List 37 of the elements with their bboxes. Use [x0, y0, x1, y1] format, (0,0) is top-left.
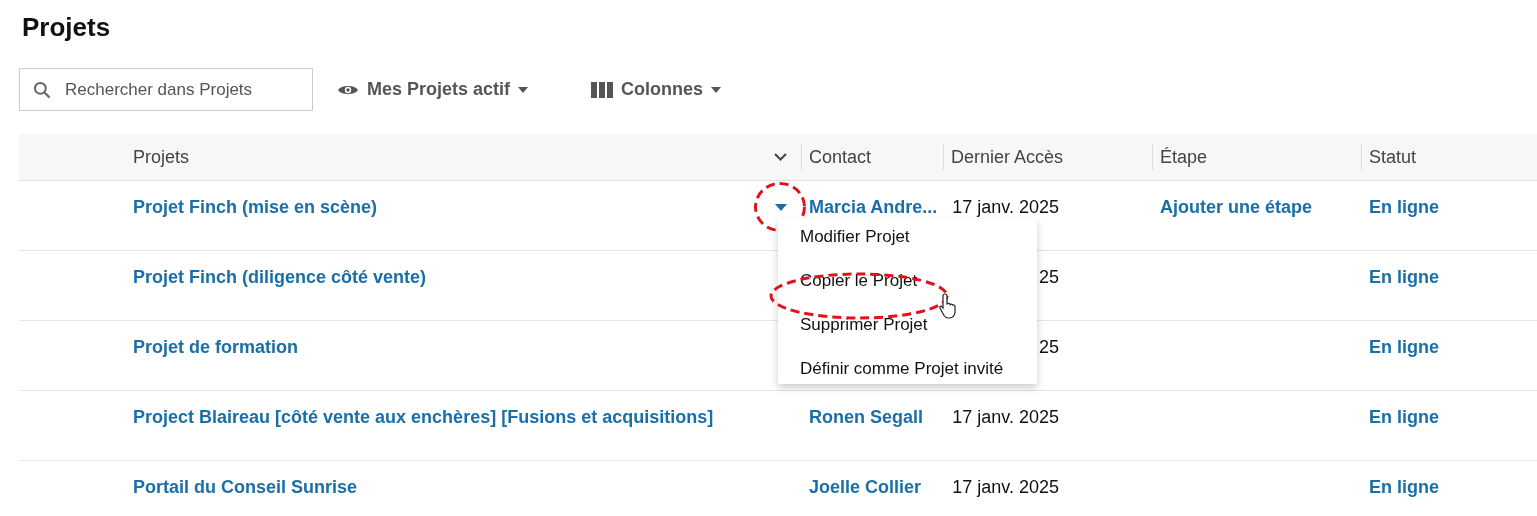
last-access-date: 25 — [1037, 337, 1059, 358]
table-row[interactable]: Portail du Conseil Sunrise Joelle Collier 17 janv. 2025 En ligne — [19, 461, 1537, 516]
last-access-date: 17 janv. 2025 — [951, 477, 1059, 498]
columns-icon — [591, 81, 613, 98]
view-filter-dropdown[interactable]: Mes Projets actif — [337, 79, 567, 100]
column-header[interactable]: Statut — [1369, 146, 1417, 168]
project-link[interactable]: Projet Finch (diligence côté vente) — [133, 267, 427, 288]
column-header[interactable]: Étape — [1160, 146, 1208, 168]
contact-link[interactable]: Marcia Andre... — [809, 197, 938, 218]
project-link[interactable]: Portail du Conseil Sunrise — [133, 477, 358, 498]
menu-item[interactable]: Définir comme Projet invité — [778, 359, 1037, 379]
caret-icon — [518, 86, 529, 93]
project-link[interactable]: Project Blaireau [côté vente aux enchères] [Fusions et acquisitions] — [133, 407, 714, 428]
contact-link[interactable]: Joelle Collier — [809, 477, 922, 498]
status-link[interactable]: En ligne — [1369, 197, 1439, 218]
column-header[interactable]: Projets — [133, 146, 190, 168]
status-link[interactable]: En ligne — [1369, 407, 1439, 428]
page-title: Projets — [21, 11, 112, 44]
contact-link[interactable]: Ronen Segall — [809, 407, 924, 428]
last-access-date: 17 janv. 2025 — [951, 407, 1059, 428]
add-stage-link[interactable]: Ajouter une étape — [1160, 197, 1313, 218]
column-header[interactable]: Contact — [809, 146, 872, 168]
column-header[interactable]: Dernier Accès — [951, 146, 1064, 168]
project-link[interactable]: Projet de formation — [133, 337, 298, 358]
search-field[interactable]: Rechercher dans Projets — [19, 68, 313, 111]
table-row[interactable]: Project Blaireau [côté vente aux enchères] [Fusions et acquisitions] Ronen Segall 17 janv. 2025 En ligne — [19, 391, 1537, 461]
columns-dropdown[interactable]: Colonnes — [591, 79, 791, 100]
menu-item[interactable]: Modifier Projet — [778, 227, 1037, 247]
status-link[interactable]: En ligne — [1369, 477, 1439, 498]
caret-icon[interactable] — [775, 204, 787, 211]
project-link[interactable]: Projet Finch (mise en scène) — [133, 197, 378, 218]
status-link[interactable]: En ligne — [1369, 267, 1439, 288]
last-access-date: 25 — [1037, 267, 1059, 288]
status-link[interactable]: En ligne — [1369, 337, 1439, 358]
chevron-down-icon[interactable] — [774, 153, 787, 161]
last-access-date: 17 janv. 2025 — [951, 197, 1059, 218]
caret-icon — [711, 86, 721, 93]
